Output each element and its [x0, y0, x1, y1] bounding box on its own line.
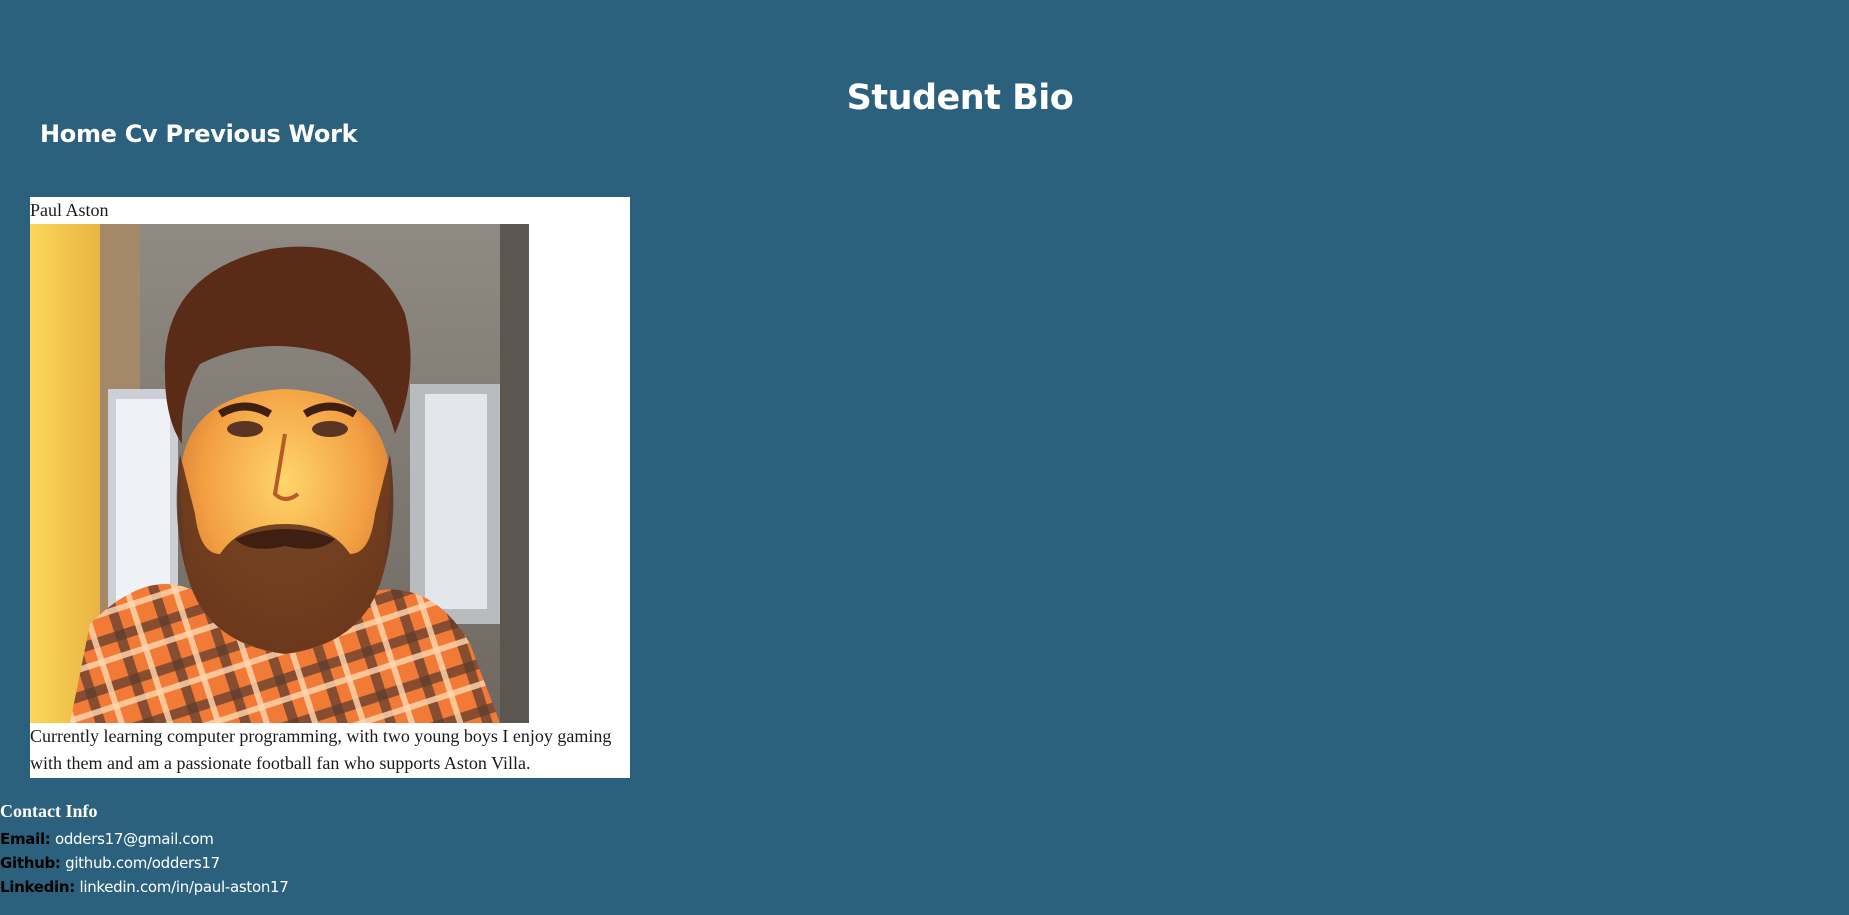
github-label: Github:: [0, 854, 61, 872]
profile-photo: [30, 224, 529, 723]
nav-home-link[interactable]: Home: [40, 120, 117, 148]
contact-github: Github: github.com/odders17: [0, 852, 220, 874]
contact-email: Email: odders17@gmail.com: [0, 828, 214, 850]
nav-cv-link[interactable]: Cv: [125, 120, 158, 148]
contact-linkedin: Linkedin: linkedin.com/in/paul-aston17: [0, 876, 289, 898]
contact-heading: Contact Info: [0, 801, 98, 821]
bio-card: Paul Aston Currently learning computer p…: [30, 197, 630, 778]
email-label: Email:: [0, 830, 51, 848]
nav-previous-work-link[interactable]: Previous Work: [165, 120, 357, 148]
github-value: github.com/odders17: [65, 854, 220, 872]
bio-description: Currently learning computer programming,…: [30, 726, 612, 773]
main-nav: Home Cv Previous Work: [40, 118, 358, 150]
bio-name: Paul Aston: [30, 200, 109, 220]
page-title: Student Bio: [846, 78, 1074, 118]
linkedin-label: Linkedin:: [0, 878, 75, 896]
linkedin-value: linkedin.com/in/paul-aston17: [79, 878, 289, 896]
email-value: odders17@gmail.com: [54, 830, 214, 848]
